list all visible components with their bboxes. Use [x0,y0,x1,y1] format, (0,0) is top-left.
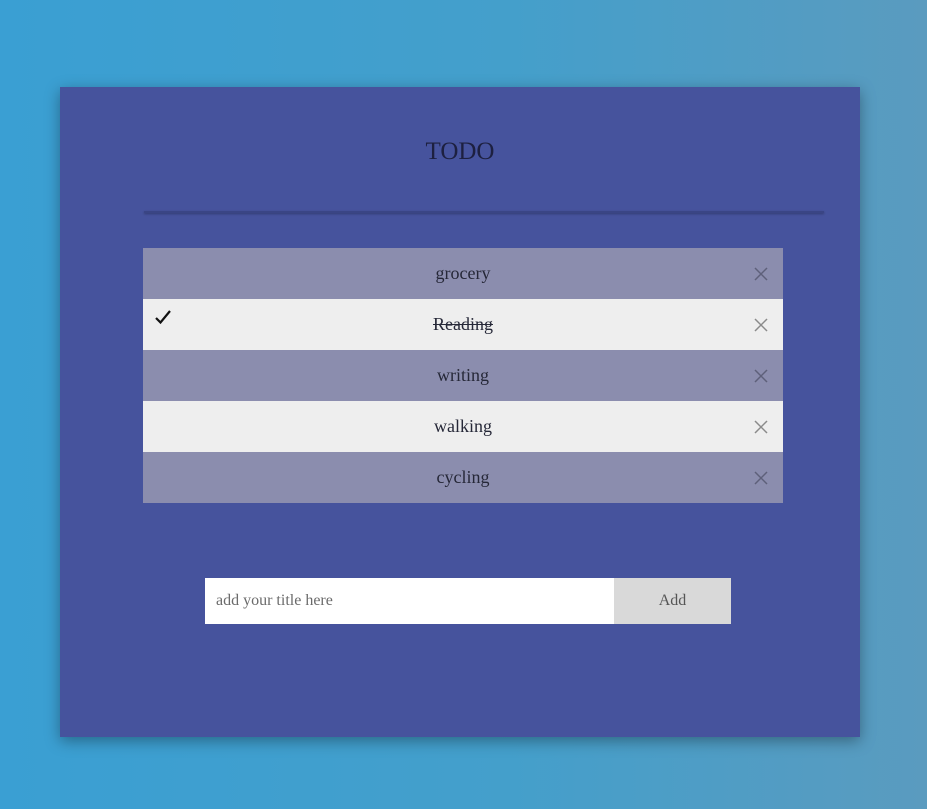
todo-item-grocery[interactable]: grocery [143,248,783,299]
add-button[interactable]: Add [614,578,731,624]
close-icon[interactable] [753,317,769,333]
todo-item-label: Reading [433,314,493,334]
close-icon[interactable] [753,368,769,384]
todo-list: grocery Reading writing walking cycling [143,248,783,503]
close-icon[interactable] [753,266,769,282]
todo-item-label: walking [434,416,492,436]
title-input[interactable] [205,578,614,624]
check-icon [155,310,171,325]
todo-item-walking[interactable]: walking [143,401,783,452]
todo-card: TODO grocery Reading writing walking cyc… [60,87,860,737]
add-todo-form: Add [205,578,731,624]
todo-item-writing[interactable]: writing [143,350,783,401]
todo-item-label: cycling [436,467,490,487]
close-icon[interactable] [753,470,769,486]
divider [144,211,824,213]
todo-item-reading[interactable]: Reading [143,299,783,350]
todo-item-label: grocery [435,263,491,283]
page-title: TODO [425,138,495,165]
todo-item-label: writing [437,365,489,385]
todo-item-cycling[interactable]: cycling [143,452,783,503]
close-icon[interactable] [753,419,769,435]
